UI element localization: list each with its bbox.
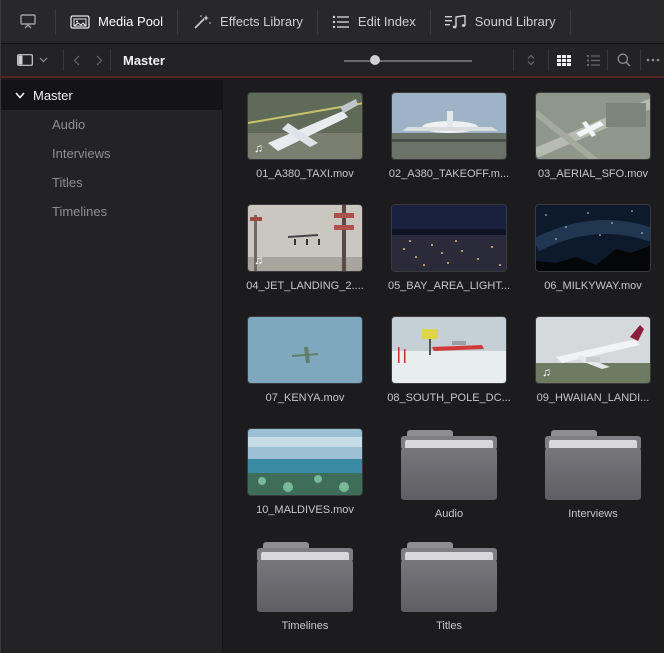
clip-name: 07_KENYA.mov [265,392,345,404]
bin-folder[interactable]: Timelines [233,532,377,644]
media-pool-icon [70,14,90,29]
folder-name: Titles [436,620,462,632]
chevron-left-icon [73,55,79,65]
sidebar-item-timelines[interactable]: Timelines [1,197,222,226]
monitor-icon [20,13,36,28]
sort-button[interactable] [514,43,548,77]
chevron-right-icon [96,55,102,65]
clip-name: 06_MILKYWAY.mov [544,280,642,292]
clip-thumbnail: ♫ [535,316,651,384]
tab-media-pool-label: Media Pool [98,14,164,29]
clip-thumbnail [535,92,651,160]
clip-name: 02_A380_TAKEOFF.m... [388,168,510,180]
sidebar-item-titles[interactable]: Titles [1,168,222,197]
folder-name: Timelines [281,620,329,632]
zoom-slider-handle[interactable] [370,55,380,65]
clip-thumbnail [247,428,363,496]
media-pool-toolbar: Master [1,44,664,78]
clip-thumbnail [247,316,363,384]
more-options-button[interactable] [641,43,664,77]
clip-item[interactable]: 10_MALDIVES.mov [233,420,377,532]
folder-name: Interviews [568,508,618,520]
clip-name: 05_BAY_AREA_LIGHT... [387,280,511,292]
audio-track-icon: ♫ [542,365,551,379]
sidebar-toggle-button[interactable] [1,43,63,77]
clip-name: 01_A380_TAXI.mov [256,168,354,180]
clip-item[interactable]: ♫ 01_A380_TAXI.mov [233,84,377,196]
clip-name: 09_HWAIIAN_LANDI... [536,392,650,404]
clip-item[interactable]: 08_SOUTH_POLE_DC... [377,308,521,420]
panel-tab-bar: Media Pool Effects Library Edit Index So… [1,0,664,44]
tab-edit-index[interactable]: Edit Index [318,0,430,44]
divider [569,8,571,35]
sidebar-item-interviews[interactable]: Interviews [1,139,222,168]
chevron-down-icon [15,91,25,99]
thumbnail-view-button[interactable] [549,43,579,77]
breadcrumb: Master [123,52,165,68]
audio-track-icon: ♫ [254,141,263,155]
audio-track-icon: ♫ [254,253,263,267]
clip-item[interactable]: 07_KENYA.mov [233,308,377,420]
tab-sound-library[interactable]: Sound Library [431,0,570,44]
folder-icon [391,430,507,500]
sidebar-item-master[interactable]: Master [1,80,222,110]
clip-name: 03_AERIAL_SFO.mov [537,168,649,180]
back-button[interactable] [64,43,88,77]
clip-item[interactable]: 02_A380_TAKEOFF.m... [377,84,521,196]
grid-view-icon [557,54,571,66]
sidebar-item-label: Master [33,87,73,103]
bin-folder[interactable]: Audio [377,420,521,532]
search-icon [617,53,631,67]
monitor-toggle-button[interactable] [1,0,55,44]
tab-media-pool[interactable]: Media Pool [56,0,177,44]
forward-button[interactable] [88,43,110,77]
bin-folder[interactable]: Interviews [521,420,664,532]
folder-icon [535,430,651,500]
sort-updown-icon [527,54,535,66]
clip-thumbnail [391,316,507,384]
tab-sound-library-label: Sound Library [474,14,556,29]
chevron-down-icon [39,57,47,63]
zoom-slider-track[interactable] [344,60,472,62]
tab-effects-library[interactable]: Effects Library [178,0,317,44]
clip-name: 04_JET_LANDING_2.... [246,280,364,292]
clip-item[interactable]: ♫ 04_JET_LANDING_2.... [233,196,377,308]
search-button[interactable] [608,43,640,77]
clip-thumbnail: ♫ [247,92,363,160]
clip-name: 10_MALDIVES.mov [256,504,354,516]
tab-effects-library-label: Effects Library [220,14,303,29]
folder-name: Audio [434,508,464,520]
list-view-icon [586,54,600,66]
clip-name: 08_SOUTH_POLE_DC... [387,392,511,404]
folder-icon [247,542,363,612]
sidebar-toggle-icon [16,54,33,66]
list-view-button[interactable] [579,43,607,77]
clip-item[interactable]: 05_BAY_AREA_LIGHT... [377,196,521,308]
bin-folder[interactable]: Titles [377,532,521,644]
clip-item[interactable]: 03_AERIAL_SFO.mov [521,84,664,196]
sidebar-item-audio[interactable]: Audio [1,110,222,139]
more-dots-icon [646,58,660,62]
magic-wand-icon [194,14,211,29]
clip-thumbnail [535,204,651,272]
folder-icon [391,542,507,612]
clip-item[interactable]: ♫ 09_HWAIIAN_LANDI... [521,308,664,420]
bin-sidebar: Master Audio Interviews Titles Timelines [1,80,223,653]
clip-item[interactable]: 06_MILKYWAY.mov [521,196,664,308]
clip-thumbnail: ♫ [247,204,363,272]
list-icon [332,15,349,28]
tab-edit-index-label: Edit Index [357,14,416,29]
media-pool-panel: Media Pool Effects Library Edit Index So… [0,0,664,653]
music-note-icon [444,14,466,28]
clip-thumbnail [391,92,507,160]
clip-thumbnail [391,204,507,272]
